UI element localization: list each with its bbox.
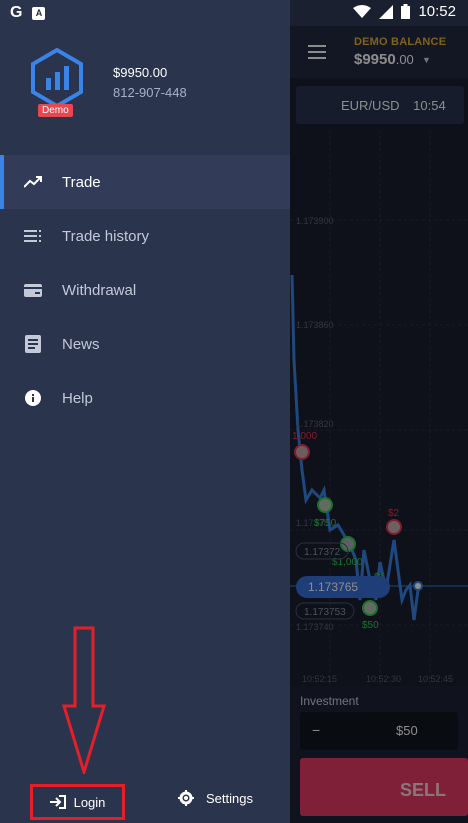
overlay-scrim[interactable] (290, 26, 468, 823)
menu-item-news[interactable]: News (0, 317, 290, 371)
status-bar: G A 10:52 (0, 0, 468, 26)
app-logo-icon (31, 48, 83, 108)
trending-up-icon (24, 173, 42, 191)
battery-icon (401, 4, 411, 19)
login-icon (49, 795, 66, 809)
navigation-drawer: Demo $9950.00 812-907-448 Trade Trade hi… (0, 0, 290, 823)
menu-item-label: Help (62, 389, 93, 407)
menu-item-trade-history[interactable]: Trade history (0, 209, 290, 263)
wifi-icon (353, 4, 372, 18)
account-id: 812-907-448 (113, 85, 187, 100)
card-icon (24, 281, 42, 299)
menu-item-label: Trade history (62, 227, 149, 245)
menu-item-withdrawal[interactable]: Withdrawal (0, 263, 290, 317)
login-label: Login (73, 794, 106, 810)
menu-item-trade[interactable]: Trade (0, 155, 290, 209)
account-balance: $9950.00 (113, 65, 168, 80)
menu-item-help[interactable]: Help (0, 371, 290, 425)
app-notification-icon: A (32, 6, 46, 20)
login-button[interactable]: Login (30, 784, 125, 820)
drawer-footer: Login Settings (0, 780, 290, 823)
menu-item-label: Withdrawal (62, 281, 137, 299)
clock: 10:52 (418, 3, 456, 20)
signal-icon (379, 4, 394, 19)
newspaper-icon (24, 335, 42, 353)
demo-badge: Demo (38, 104, 73, 117)
annotation-arrow-icon (62, 626, 106, 774)
settings-label: Settings (206, 790, 253, 806)
drawer-menu: Trade Trade history Withdrawal News Help (0, 155, 290, 425)
list-icon (24, 227, 42, 245)
menu-item-label: News (62, 335, 100, 353)
info-icon (24, 389, 42, 407)
settings-button[interactable]: Settings (178, 790, 253, 806)
menu-item-label: Trade (62, 173, 101, 191)
gear-icon (178, 790, 194, 806)
google-icon: G (10, 4, 23, 21)
